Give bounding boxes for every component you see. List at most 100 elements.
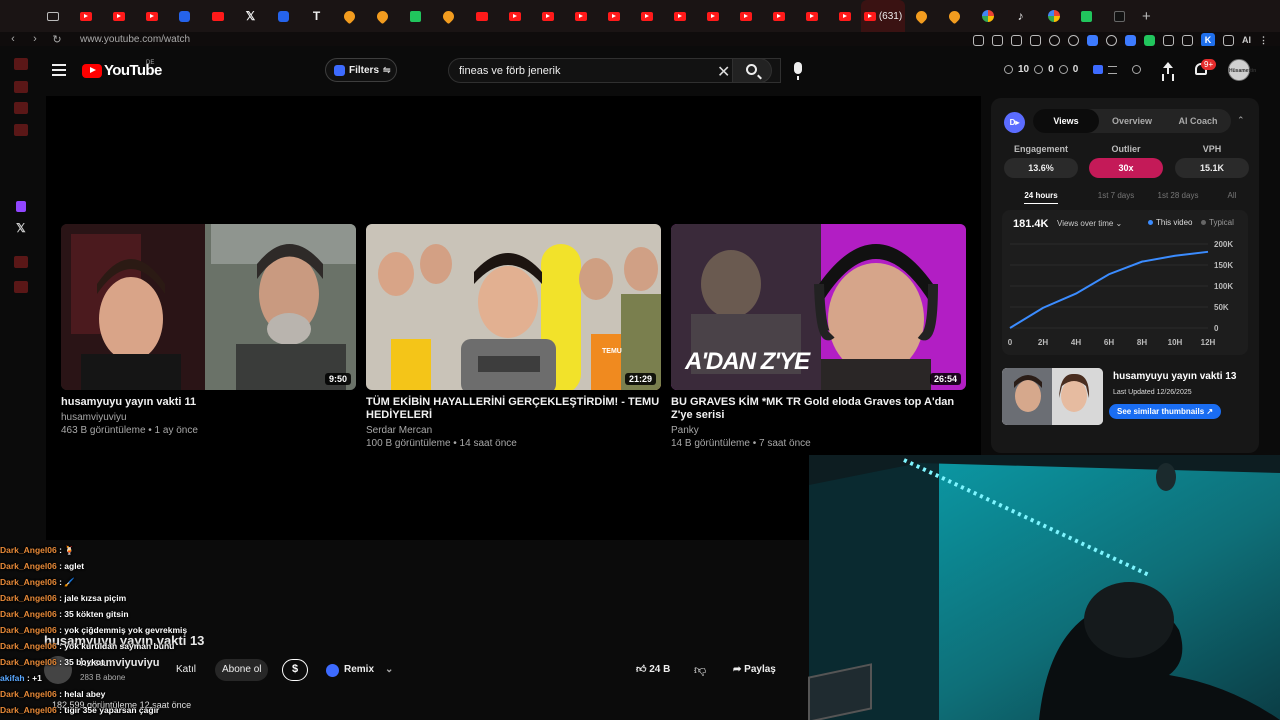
chat-username[interactable]: Dark_Angel06 (0, 657, 57, 667)
forward-icon[interactable]: › (26, 33, 44, 45)
similar-thumbnail[interactable] (1002, 368, 1103, 425)
tab-youtube-active[interactable]: (631) (861, 0, 905, 32)
play-icon[interactable] (1049, 34, 1060, 46)
chat-username[interactable]: Dark_Angel06 (0, 641, 57, 651)
range-7d[interactable]: 1st 7 days (1091, 191, 1141, 200)
tab-paypal[interactable] (168, 0, 201, 32)
shield-icon[interactable] (1011, 34, 1022, 46)
tab-kick[interactable] (1070, 0, 1103, 32)
extension-icon[interactable] (1106, 34, 1117, 46)
range-28d[interactable]: 1st 28 days (1141, 191, 1215, 200)
tab-mail[interactable] (36, 0, 69, 32)
similar-title[interactable]: husamyuyu yayın vakti 13 (1113, 371, 1236, 382)
video-thumbnail[interactable]: 21:29 TEMU (366, 224, 661, 390)
chat-username[interactable]: Dark_Angel06 (0, 545, 57, 555)
more-icon[interactable]: ⋮ (1259, 35, 1268, 46)
video-thumbnail[interactable]: 9:50 (61, 224, 356, 390)
chat-username[interactable]: akifah (0, 673, 25, 683)
tab-youtube[interactable] (795, 0, 828, 32)
extension-icon[interactable] (1163, 34, 1174, 46)
url-field[interactable]: www.youtube.com/watch (80, 34, 190, 45)
tab-orange[interactable] (905, 0, 938, 32)
back-icon[interactable]: ‹ (4, 33, 22, 45)
channel-name[interactable]: Serdar Mercan (366, 425, 661, 436)
tab-google[interactable] (1037, 0, 1070, 32)
video-title[interactable]: BU GRAVES KİM *MK TR Gold eloda Graves t… (671, 396, 966, 422)
tab-youtube[interactable] (135, 0, 168, 32)
heart-icon[interactable] (1068, 34, 1079, 46)
chevron-up-icon[interactable]: ⌃ (1237, 115, 1245, 126)
tab-orange[interactable] (432, 0, 465, 32)
tab-tr[interactable]: T (300, 0, 333, 32)
extension-blue-icon[interactable] (1087, 34, 1098, 46)
video-title[interactable]: TÜM EKİBİN HAYALLERİNİ GERÇEKLEŞTİRDİM! … (366, 396, 661, 422)
tab-orange[interactable] (366, 0, 399, 32)
tab-youtube[interactable] (531, 0, 564, 32)
tab-youtube[interactable] (762, 0, 795, 32)
search-button[interactable] (732, 58, 772, 83)
share-button[interactable]: ➦ Paylaş (733, 659, 776, 681)
tab-youtube[interactable] (828, 0, 861, 32)
channel-name[interactable]: husamviyuviyu (61, 412, 356, 423)
chat-username[interactable]: Dark_Angel06 (0, 577, 57, 587)
new-tab-icon[interactable]: + (1142, 8, 1151, 25)
tab-youtube[interactable] (663, 0, 696, 32)
puzzle-icon[interactable] (1182, 34, 1193, 46)
video-title[interactable]: husamyuyu yayın vakti 11 (61, 396, 356, 409)
tab-dark[interactable] (1103, 0, 1136, 32)
chat-username[interactable]: Dark_Angel06 (0, 705, 57, 715)
tab-x[interactable]: 𝕏 (234, 0, 267, 32)
tab-youtube[interactable] (564, 0, 597, 32)
profile-k-icon[interactable]: K (1201, 33, 1215, 47)
close-icon[interactable]: ✕ (717, 62, 730, 82)
remix-button[interactable]: Remix ⌄ (326, 659, 393, 681)
tab-youtube[interactable] (630, 0, 663, 32)
screenshot-icon[interactable] (992, 34, 1003, 46)
tab-overview[interactable]: Overview (1099, 109, 1165, 133)
see-similar-button[interactable]: See similar thumbnails ↗ (1109, 404, 1222, 419)
chat-username[interactable]: Dark_Angel06 (0, 689, 57, 699)
list-icon[interactable] (1108, 65, 1118, 74)
tab-pink[interactable] (201, 0, 234, 32)
avatar[interactable]: Hüsamettin (1228, 59, 1256, 81)
tab-youtube[interactable] (729, 0, 762, 32)
ai-icon[interactable]: AI (1242, 35, 1251, 45)
video-card[interactable]: 9:50 husamyuyu yayın vakti 11 husamviyuv… (61, 224, 356, 436)
tab-views[interactable]: Views (1033, 109, 1099, 133)
video-thumbnail[interactable]: A'DAN Z'YE 26:54 (671, 224, 966, 390)
channel-name[interactable]: Panky (671, 425, 966, 436)
filters-button[interactable]: Filters ⇋ (325, 58, 397, 82)
extension-blue-icon[interactable] (1125, 34, 1136, 46)
tab-youtube[interactable] (696, 0, 729, 32)
tab-youtube[interactable] (498, 0, 531, 32)
download-icon[interactable] (1223, 34, 1234, 46)
upload-icon[interactable] (1162, 62, 1174, 76)
range-all[interactable]: All (1215, 191, 1249, 200)
range-24h[interactable]: 24 hours (991, 191, 1091, 204)
tab-ai-coach[interactable]: AI Coach (1165, 109, 1231, 133)
search-input[interactable]: fineas ve förb jenerik (459, 65, 561, 77)
tab-orange[interactable] (938, 0, 971, 32)
chat-username[interactable]: Dark_Angel06 (0, 625, 57, 635)
tab-youtube[interactable] (69, 0, 102, 32)
chat-username[interactable]: Dark_Angel06 (0, 593, 57, 603)
tab-youtube[interactable] (597, 0, 630, 32)
like-button[interactable]: 👍︎ 24 B (636, 659, 670, 681)
trophy-icon[interactable] (1132, 65, 1142, 74)
reload-icon[interactable]: ↻ (48, 33, 66, 46)
tab-tiktok[interactable]: ♪ (1004, 0, 1037, 32)
extension-green-icon[interactable] (1144, 34, 1155, 46)
menu-icon[interactable] (52, 64, 66, 76)
extension-logo-icon[interactable]: D▸ (1004, 112, 1025, 133)
dislike-button[interactable]: 👎︎ (694, 659, 706, 681)
video-card[interactable]: 21:29 TEMU TÜM EKİBİN HAYALLERİNİ GERÇEK… (366, 224, 661, 449)
subscribe-button[interactable]: Abone ol (215, 659, 269, 681)
video-card[interactable]: A'DAN Z'YE 26:54 BU GRAVES KİM *MK TR Go… (671, 224, 966, 449)
tab-green[interactable] (399, 0, 432, 32)
box-icon[interactable] (1030, 34, 1041, 46)
tab-google[interactable] (971, 0, 1004, 32)
tab-download[interactable] (267, 0, 300, 32)
tab-youtube[interactable] (102, 0, 135, 32)
tab-orange[interactable] (333, 0, 366, 32)
chat-username[interactable]: Dark_Angel06 (0, 609, 57, 619)
